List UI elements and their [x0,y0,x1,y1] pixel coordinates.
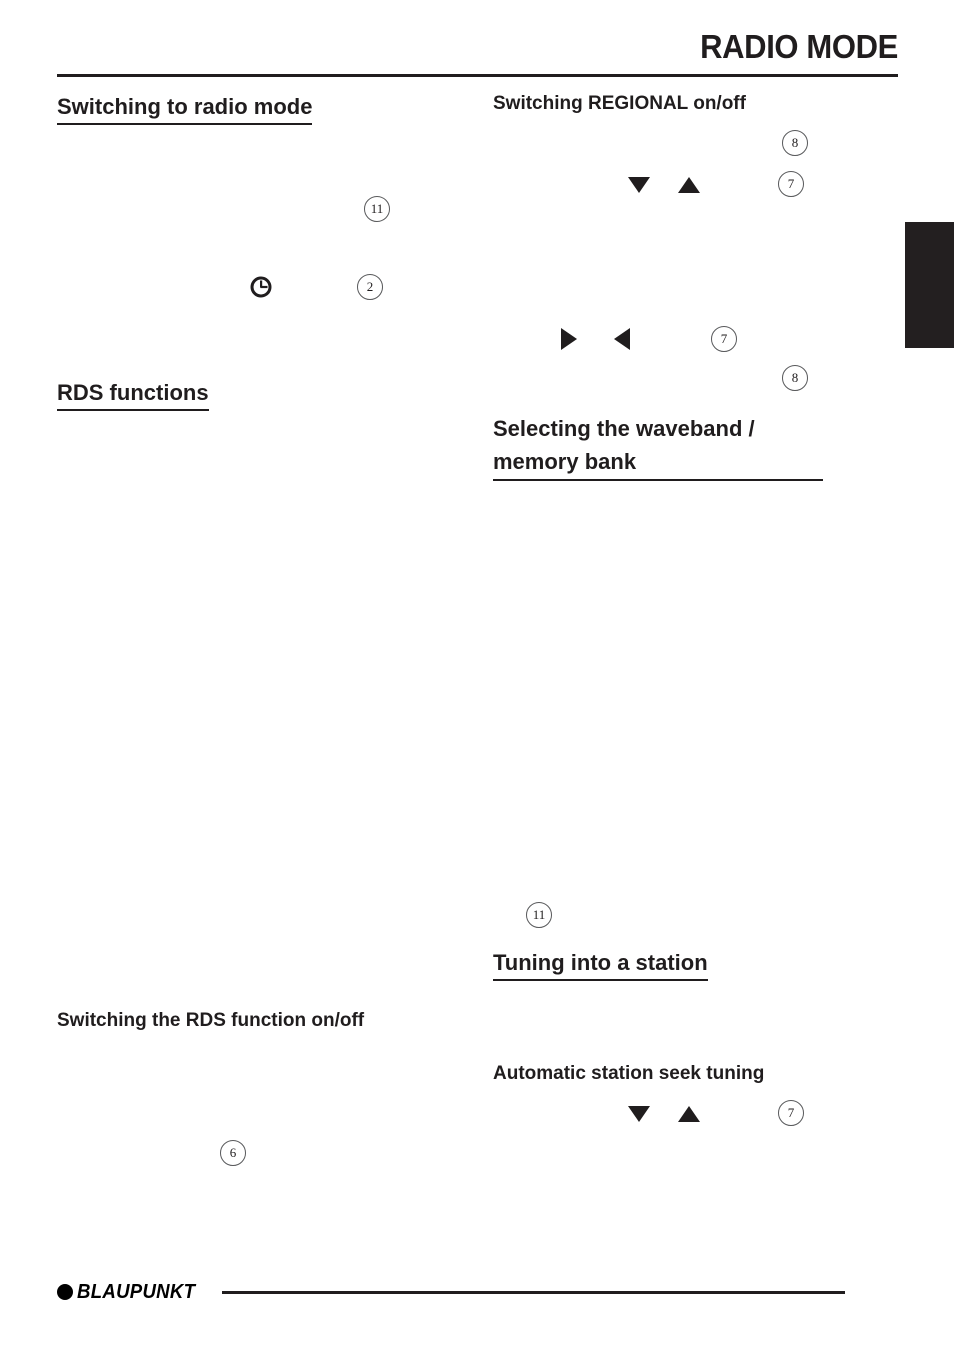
subheading-switching-regional-on-off: Switching REGIONAL on/off [493,93,746,114]
arrow-up-icon [678,177,700,193]
heading-rds-functions: RDS functions [57,378,209,411]
arrow-down-icon [628,1106,650,1122]
reference-number-11: 11 [364,196,390,222]
subheading-switching-rds-on-off: Switching the RDS function on/off [57,1010,365,1031]
arrow-right-icon [561,328,577,350]
reference-number-8: 8 [782,365,808,391]
heading-switching-to-radio-mode: Switching to radio mode [57,92,313,125]
footer-divider [222,1291,845,1294]
arrow-left-icon [614,328,630,350]
reference-number-11: 11 [526,902,552,928]
heading-text: RDS functions [57,378,209,411]
reference-number-6: 6 [220,1140,246,1166]
reference-number-8: 8 [782,130,808,156]
heading-text: Tuning into a station [493,948,708,981]
heading-text: Switching to radio mode [57,92,313,125]
chapter-thumb-tab [905,222,954,348]
heading-selecting-waveband: Selecting the waveband / memory bank [493,412,823,481]
brand-logo: BLAUPUNKT [57,1281,204,1303]
brand-wordmark: BLAUPUNKT [77,1280,196,1303]
page-title: RADIO MODE [700,28,898,65]
reference-number-7: 7 [778,171,804,197]
heading-text: Selecting the waveband / memory bank [493,412,823,481]
header-divider [57,74,898,77]
brand-dot-icon [57,1284,73,1300]
arrow-down-icon [628,177,650,193]
clock-icon [250,276,272,298]
reference-number-2: 2 [357,274,383,300]
reference-number-7: 7 [711,326,737,352]
arrow-up-icon [678,1106,700,1122]
reference-number-7: 7 [778,1100,804,1126]
manual-page: RADIO MODE Switching to radio mode 11 2 … [0,0,954,1349]
subheading-automatic-seek-tuning: Automatic station seek tuning [493,1063,765,1084]
heading-tuning-into-a-station: Tuning into a station [493,948,708,981]
